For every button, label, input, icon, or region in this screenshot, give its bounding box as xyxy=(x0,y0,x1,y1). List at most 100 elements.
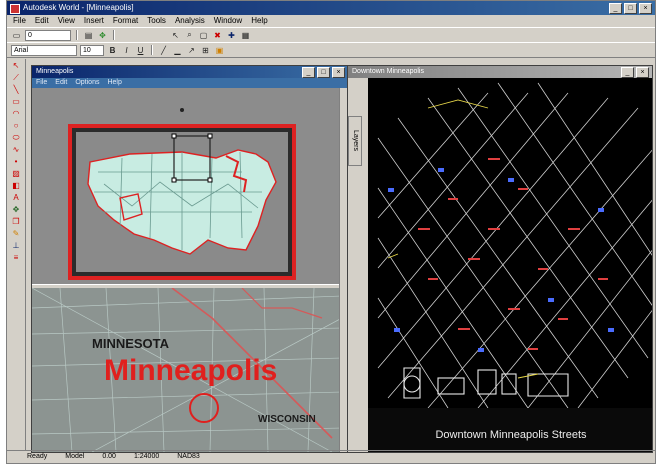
hatch-icon[interactable]: ▨ xyxy=(10,169,22,179)
map-window-menu: File Edit Options Help xyxy=(32,78,348,88)
map-window-controls: _ □ × xyxy=(302,67,345,78)
close-button[interactable]: × xyxy=(639,3,652,14)
status-ready: Ready xyxy=(27,453,48,460)
menu-view[interactable]: View xyxy=(58,15,75,27)
menu-analysis[interactable]: Analysis xyxy=(175,15,205,27)
map-menu-options[interactable]: Options xyxy=(75,78,99,88)
cad-canvas[interactable]: Downtown Minneapolis Streets xyxy=(368,78,652,452)
text-icon[interactable]: A xyxy=(10,193,22,203)
line-icon[interactable]: ╱ xyxy=(158,45,169,55)
size-combo[interactable]: 10 xyxy=(80,44,104,56)
toolbar-separator xyxy=(151,45,153,55)
menu-edit[interactable]: Edit xyxy=(35,15,49,27)
new-icon[interactable]: ▭ xyxy=(11,30,22,40)
table-icon[interactable]: ⊞ xyxy=(200,45,211,55)
toolbar-separator xyxy=(113,30,115,40)
menu-tools[interactable]: Tools xyxy=(147,15,166,27)
hline-icon[interactable]: ▁ xyxy=(172,45,183,55)
rectangle-icon[interactable]: ▭ xyxy=(10,97,22,107)
move-icon[interactable]: ✥ xyxy=(10,205,22,215)
map-close-button[interactable]: × xyxy=(332,67,345,78)
polyline-icon[interactable]: ⟋ xyxy=(10,73,22,83)
maximize-button[interactable]: □ xyxy=(624,3,637,14)
overview-pane[interactable] xyxy=(32,88,340,284)
map-max-button[interactable]: □ xyxy=(317,67,330,78)
select-icon[interactable]: ↖ xyxy=(10,61,22,71)
measure-icon[interactable]: ⊥ xyxy=(10,241,22,251)
map-window: Minneapolis _ □ × File Edit Options Help xyxy=(31,65,349,453)
map-menu-help[interactable]: Help xyxy=(107,78,121,88)
standard-toolbar: ▭ 0 ▤ ✥ ↖ ⌕ ▢ ✖ ✚ ▦ xyxy=(7,27,655,43)
cross-icon[interactable]: ✚ xyxy=(226,30,237,40)
app-title: Autodesk World - [Minneapolis] xyxy=(23,3,134,12)
block-icon[interactable]: ◧ xyxy=(10,181,22,191)
format-toolbar: Arial 10 B I U ╱ ▁ ↗ ⊞ ▣ xyxy=(7,42,655,58)
underline-icon[interactable]: U xyxy=(135,45,146,55)
map-menu-edit[interactable]: Edit xyxy=(55,78,67,88)
selection-handle[interactable] xyxy=(207,177,213,183)
drawing-window: Downtown Minneapolis _ × Layers Downtown… xyxy=(347,65,653,453)
application-window: Autodesk World - [Minneapolis] _ □ × Fil… xyxy=(6,0,656,464)
spline-icon[interactable]: ∿ xyxy=(10,145,22,155)
arc-icon[interactable]: ◠ xyxy=(10,109,22,119)
copy-icon[interactable]: ❐ xyxy=(10,217,22,227)
open-icon[interactable]: ▤ xyxy=(83,30,94,40)
minimize-button[interactable]: _ xyxy=(609,3,622,14)
street-drawing: Downtown Minneapolis Streets xyxy=(368,82,652,452)
italic-icon[interactable]: I xyxy=(121,45,132,55)
drawing-window-title: Downtown Minneapolis _ × xyxy=(348,66,652,78)
menu-format[interactable]: Format xyxy=(113,15,138,27)
minneapolis-detail-map: MINNESOTA Minneapolis WISCONSIN xyxy=(32,288,340,452)
line-tool-icon[interactable]: ╲ xyxy=(10,85,22,95)
city-highlight-circle[interactable] xyxy=(189,393,219,423)
drawing-min-button[interactable]: _ xyxy=(621,67,634,78)
menu-insert[interactable]: Insert xyxy=(84,15,104,27)
menu-file[interactable]: File xyxy=(13,15,26,27)
toolbar-separator xyxy=(76,30,78,40)
window-controls: _ □ × xyxy=(609,3,652,14)
map-window-title-text: Minneapolis xyxy=(36,68,74,75)
drawing-side-panel: Layers xyxy=(348,78,368,452)
drawing-window-title-text: Downtown Minneapolis xyxy=(352,68,424,75)
map-min-button[interactable]: _ xyxy=(302,67,315,78)
layers-tab[interactable]: Layers xyxy=(348,116,362,166)
status-projection: NAD83 xyxy=(177,453,200,460)
font-combo[interactable]: Arial xyxy=(11,44,77,56)
map-marker xyxy=(180,108,184,112)
draw-toolbar: ↖ ⟋ ╲ ▭ ◠ ○ ⬭ ∿ • ▨ ◧ A ✥ ❐ ✎ ⊥ ≡ xyxy=(7,59,26,451)
yellow-annotations xyxy=(387,99,539,379)
ellipse-icon[interactable]: ⬭ xyxy=(10,133,22,143)
drawing-close-button[interactable]: × xyxy=(636,67,649,78)
pointer-icon[interactable]: ↖ xyxy=(170,30,181,40)
window-icon[interactable]: ▢ xyxy=(198,30,209,40)
status-coords: 0.00 xyxy=(102,453,116,460)
delete-icon[interactable]: ✖ xyxy=(212,30,223,40)
red-annotations xyxy=(418,158,608,350)
app-icon xyxy=(10,4,20,14)
pan-icon[interactable]: ✥ xyxy=(97,30,108,40)
menu-bar: File Edit View Insert Format Tools Analy… xyxy=(7,15,655,27)
bold-icon[interactable]: B xyxy=(107,45,118,55)
selection-handle[interactable] xyxy=(171,177,177,183)
us-overview-map xyxy=(68,108,296,280)
drawing-window-controls: _ × xyxy=(621,67,649,78)
selection-handle[interactable] xyxy=(207,133,213,139)
title-bar: Autodesk World - [Minneapolis] _ □ × xyxy=(7,1,655,15)
paint-icon[interactable]: ▣ xyxy=(214,45,225,55)
city-label: Minneapolis xyxy=(104,354,277,387)
detail-pane[interactable]: MINNESOTA Minneapolis WISCONSIN xyxy=(32,288,340,452)
selection-handle[interactable] xyxy=(171,133,177,139)
zoom-icon[interactable]: ⌕ xyxy=(184,30,195,40)
menu-help[interactable]: Help xyxy=(251,15,267,27)
arrow-icon[interactable]: ↗ xyxy=(186,45,197,55)
circle-icon[interactable]: ○ xyxy=(10,121,22,131)
grid-icon[interactable]: ▦ xyxy=(240,30,251,40)
erase-icon[interactable]: ✎ xyxy=(10,229,22,239)
layer-icon[interactable]: ≡ xyxy=(10,253,22,263)
status-scale: 1:24000 xyxy=(133,453,160,460)
map-menu-file[interactable]: File xyxy=(36,78,47,88)
layer-combo[interactable]: 0 xyxy=(25,29,71,41)
menu-window[interactable]: Window xyxy=(214,15,242,27)
point-icon[interactable]: • xyxy=(10,157,22,167)
status-model: Model xyxy=(65,453,85,460)
